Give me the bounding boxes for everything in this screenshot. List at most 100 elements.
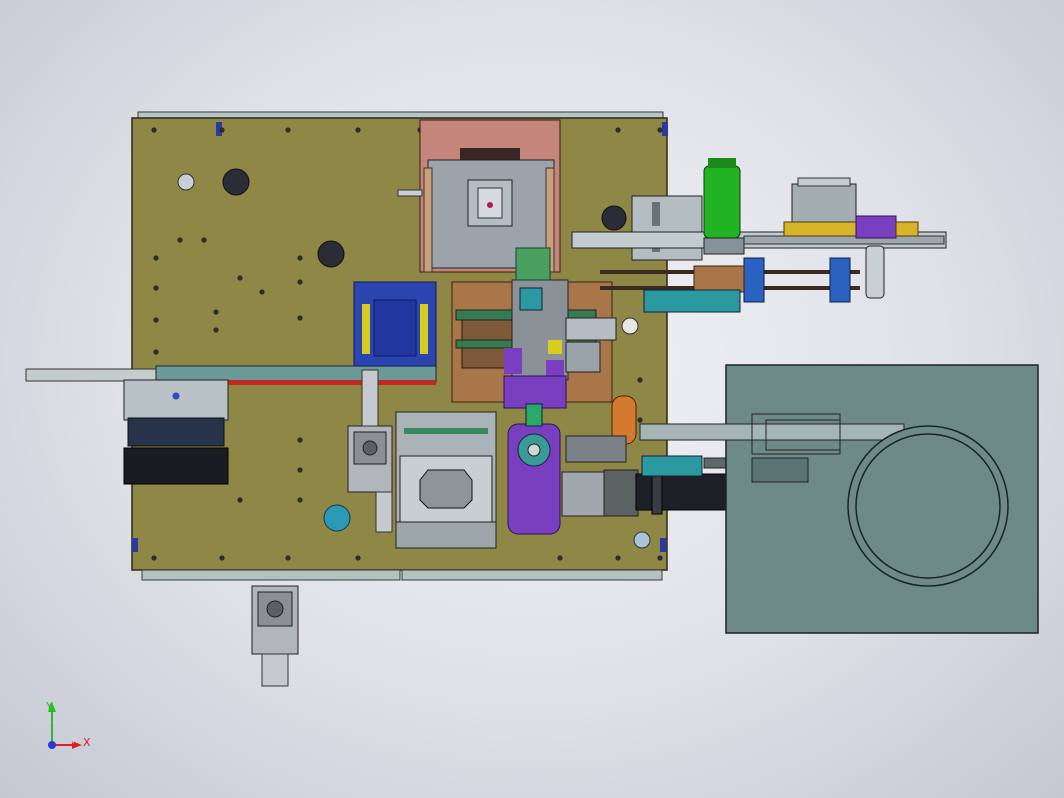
turntable-head[interactable] xyxy=(419,469,473,509)
feeder-black-box xyxy=(123,447,229,485)
turntable-bottom xyxy=(395,521,497,549)
mechanism-purple xyxy=(504,348,522,374)
rotary-hub xyxy=(527,443,541,457)
mounting-hole xyxy=(285,555,291,561)
corner-bracket xyxy=(662,122,668,136)
mechanism-block xyxy=(565,341,601,373)
mounting-hole xyxy=(297,279,303,285)
mounting-hole xyxy=(355,555,361,561)
servo-bracket xyxy=(565,435,627,463)
feeder-block-dark xyxy=(127,417,225,447)
tray-yellow-bar xyxy=(420,304,428,354)
servo-flange xyxy=(651,469,663,515)
mounting-hole xyxy=(237,497,243,503)
red-rail xyxy=(226,380,436,385)
mounting-hole xyxy=(297,255,303,261)
cad-viewport[interactable]: X Y xyxy=(0,0,1064,798)
mounting-hole xyxy=(355,127,361,133)
pulley[interactable] xyxy=(743,257,765,303)
lower-purple xyxy=(503,375,567,409)
mounting-hole xyxy=(637,417,643,423)
gray-bracket-plate[interactable] xyxy=(631,195,703,261)
side-bolt xyxy=(397,189,423,197)
tray-yellow-bar xyxy=(362,304,370,354)
mounting-hole xyxy=(285,127,291,133)
copper-drum xyxy=(693,265,745,293)
lower-motor-mount xyxy=(261,653,289,687)
servo-drive xyxy=(603,469,639,517)
mounting-hole xyxy=(637,377,643,383)
feeder-block[interactable] xyxy=(123,379,229,421)
triad-y-label: Y xyxy=(46,700,53,713)
triad-z-axis xyxy=(48,741,56,749)
aux-bracket xyxy=(751,457,809,483)
feeder-dot xyxy=(172,392,180,400)
turntable-green xyxy=(404,428,488,434)
mounting-hole xyxy=(657,127,663,133)
mechanism-yellow xyxy=(548,340,562,354)
servo-body[interactable] xyxy=(561,471,609,517)
yellow-tip xyxy=(895,221,919,237)
top-module-slot xyxy=(460,148,520,160)
cylinder[interactable] xyxy=(865,245,885,299)
mounting-hole xyxy=(657,555,663,561)
lower-motor-shaft xyxy=(266,600,284,618)
base-bottom-rail-left xyxy=(141,569,401,581)
gearbox-cover xyxy=(797,177,851,187)
corner-bracket xyxy=(660,538,666,552)
stepper-bracket xyxy=(361,369,379,427)
base-bottom-rail-right xyxy=(401,569,663,581)
tray-slot xyxy=(373,299,417,357)
corner-bracket xyxy=(132,538,138,552)
mounting-hole xyxy=(201,237,207,243)
mounting-hole xyxy=(153,255,159,261)
stepper-mount xyxy=(375,491,393,533)
mounting-hole xyxy=(151,555,157,561)
mounting-hole xyxy=(151,127,157,133)
bowl-feeder[interactable] xyxy=(847,425,1009,587)
mounting-hole xyxy=(219,555,225,561)
mounting-hole xyxy=(297,497,303,503)
green-motor-base xyxy=(703,237,745,255)
mounting-hole xyxy=(177,237,183,243)
cyan-cap xyxy=(633,531,651,549)
mounting-hole xyxy=(615,127,621,133)
assembly-model[interactable] xyxy=(0,0,1064,798)
rotary-arm xyxy=(525,403,543,427)
mounting-hole xyxy=(259,289,265,295)
triad-arc xyxy=(52,722,74,744)
mounting-hole xyxy=(237,275,243,281)
mounting-hole xyxy=(297,467,303,473)
mechanism-teal xyxy=(519,287,543,311)
mounting-hole xyxy=(153,285,159,291)
mounting-hole xyxy=(615,555,621,561)
purple-clamp xyxy=(855,215,897,239)
cyan-cap xyxy=(621,317,639,335)
mounting-hole xyxy=(153,349,159,355)
bracket-cutout xyxy=(601,205,627,231)
mounting-hole xyxy=(219,127,225,133)
servo-teal xyxy=(641,455,703,477)
top-module-dot xyxy=(487,202,493,208)
pulley[interactable] xyxy=(829,257,851,303)
aux-arm[interactable] xyxy=(639,423,905,441)
mounting-hole xyxy=(213,309,219,315)
mechanism-block xyxy=(565,317,617,341)
top-module-rail xyxy=(423,167,433,273)
gearbox[interactable] xyxy=(791,183,857,225)
mounting-hole xyxy=(213,327,219,333)
coordinate-triad xyxy=(48,702,82,749)
triad-x-label: X xyxy=(83,736,91,749)
mounting-hole xyxy=(297,315,303,321)
green-motor-cap xyxy=(708,158,736,168)
mounting-hole xyxy=(153,317,159,323)
cyan-cap xyxy=(323,504,351,532)
teal-plate xyxy=(643,289,741,313)
mounting-hole xyxy=(557,555,563,561)
bracket-slot xyxy=(652,202,660,226)
cutout-hole xyxy=(317,240,345,268)
green-motor[interactable] xyxy=(703,165,741,239)
servo-motor[interactable] xyxy=(635,473,737,511)
infeed-rail[interactable] xyxy=(25,368,157,382)
mounting-hole xyxy=(297,437,303,443)
